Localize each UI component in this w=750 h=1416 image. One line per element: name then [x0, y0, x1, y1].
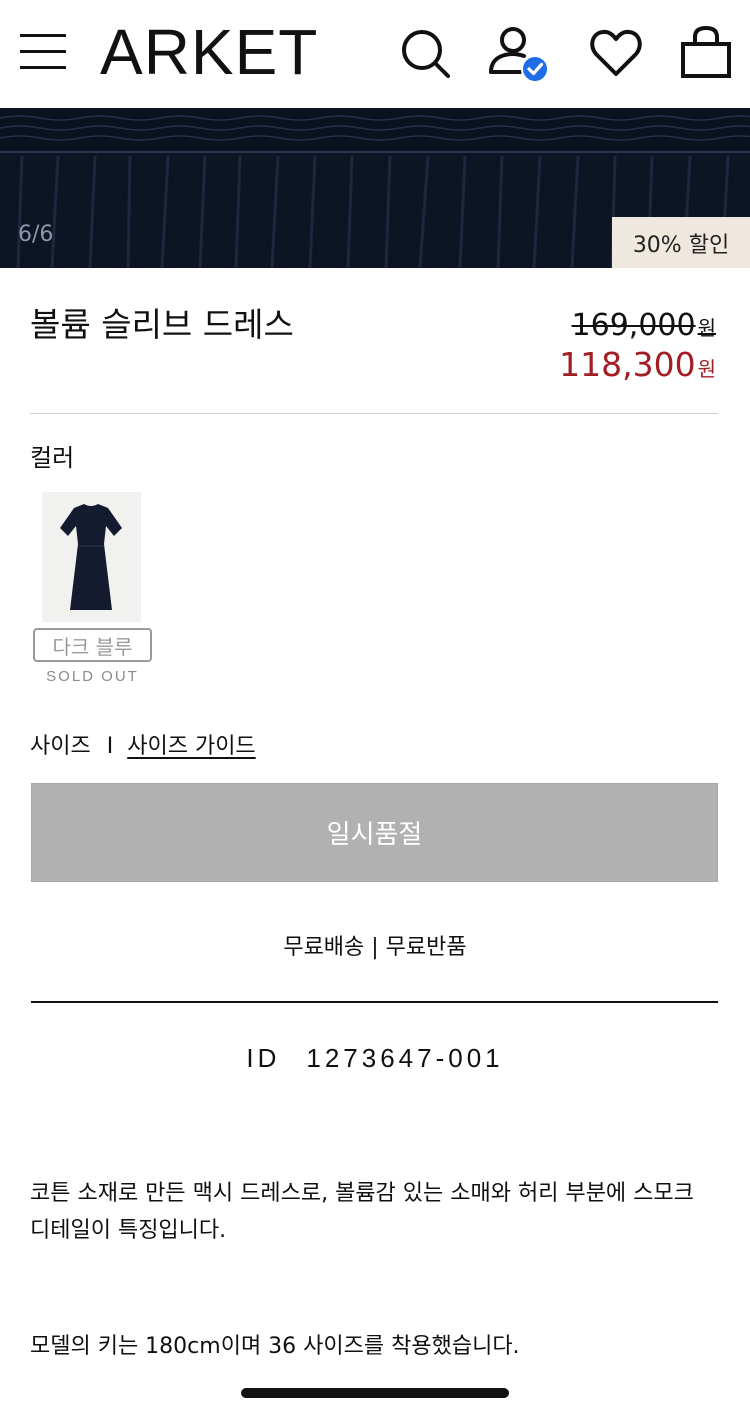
discount-badge: 30% 할인 [612, 217, 750, 268]
size-row: 사이즈 I 사이즈 가이드 [30, 728, 256, 760]
heart-icon[interactable] [588, 24, 644, 80]
product-description: 코튼 소재로 만든 맥시 드레스로, 볼륨감 있는 소매와 허리 부분에 스모크… [30, 1181, 694, 1243]
color-option-button[interactable]: 다크 블루 [33, 628, 152, 662]
dress-thumbnail-image [42, 492, 141, 622]
account-verified-icon[interactable] [486, 24, 552, 84]
divider [31, 1001, 718, 1003]
separator: I [106, 734, 114, 759]
sale-price: 118,300 원 [559, 345, 716, 384]
sold-out-label: SOLD OUT [46, 668, 139, 685]
home-indicator[interactable] [241, 1388, 509, 1398]
menu-icon[interactable] [20, 28, 68, 76]
product-id: ID 1273647-001 [246, 1043, 504, 1073]
color-label: 컬러 [30, 444, 75, 472]
size-label: 사이즈 [30, 734, 91, 759]
sold-out-button[interactable]: 일시품절 [31, 783, 718, 882]
product-title: 볼륨 슬리브 드레스 [30, 305, 294, 344]
top-header: ARKET [0, 0, 750, 108]
brand-logo[interactable]: ARKET [100, 14, 318, 91]
product-image-gallery[interactable]: 6/6 30% 할인 [0, 108, 750, 268]
image-counter: 6/6 [18, 222, 54, 247]
shipping-info: 무료배송 | 무료반품 [283, 935, 467, 960]
model-info: 모델의 키는 180cm이며 36 사이즈를 착용했습니다. [30, 1334, 520, 1359]
size-guide-link[interactable]: 사이즈 가이드 [127, 734, 255, 759]
original-price: 169,000 원 [571, 308, 716, 343]
shopping-bag-icon[interactable] [678, 24, 734, 80]
color-thumbnail[interactable] [42, 492, 141, 622]
search-icon[interactable] [396, 24, 452, 80]
divider [30, 413, 718, 414]
